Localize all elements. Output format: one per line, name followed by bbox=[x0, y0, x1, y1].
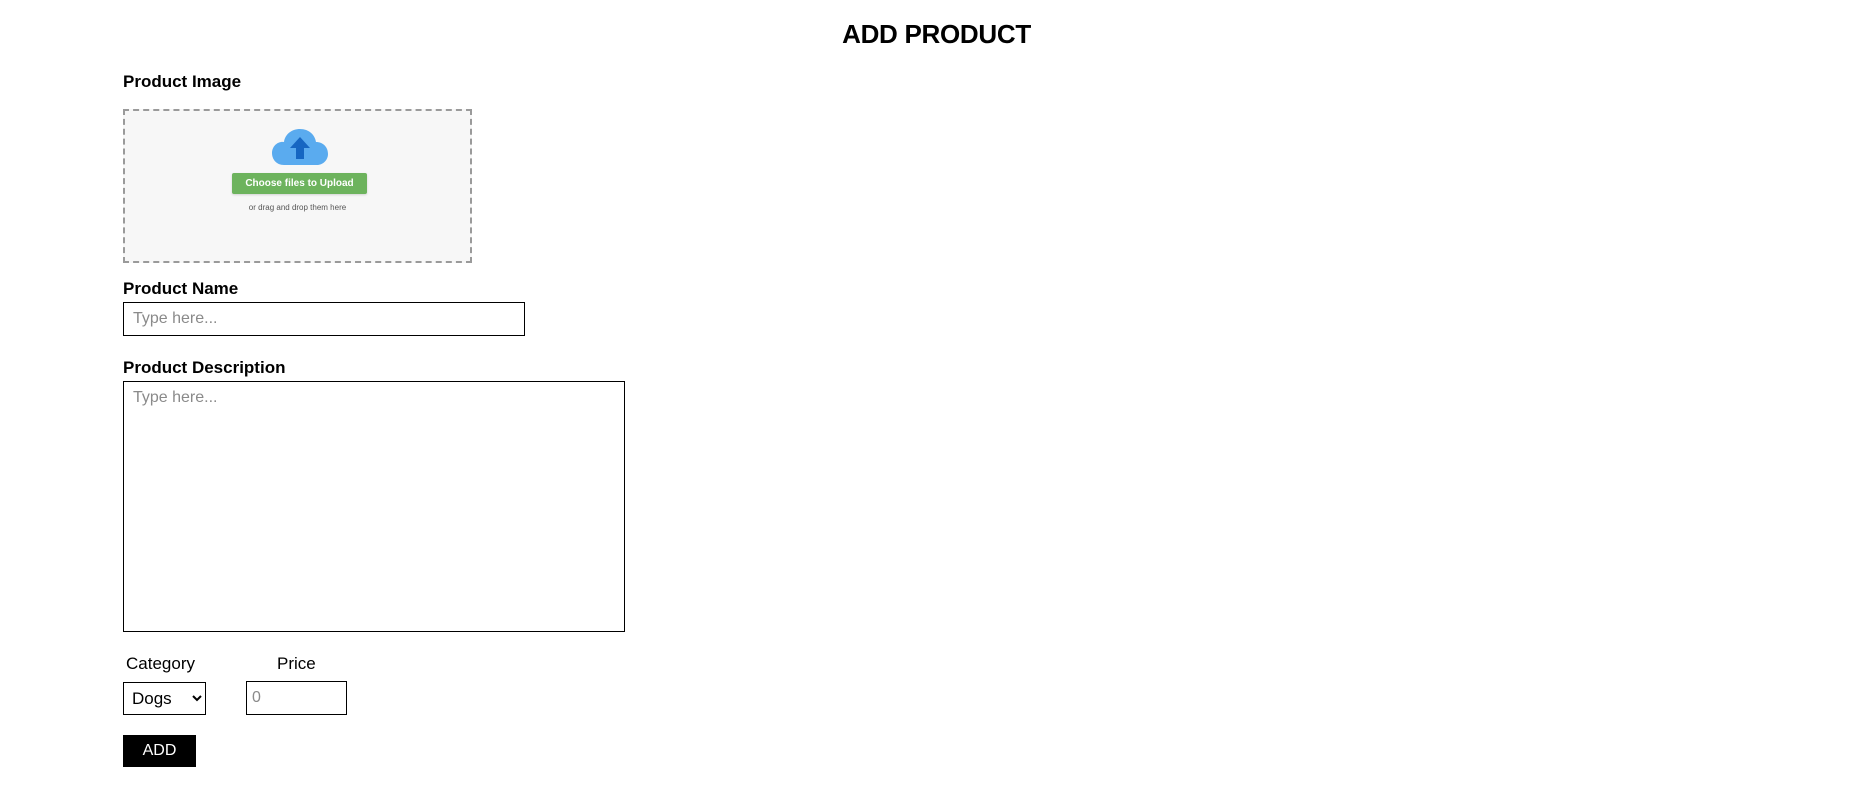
page-title: ADD PRODUCT bbox=[842, 19, 1031, 49]
product-description-textarea[interactable] bbox=[123, 381, 625, 632]
upload-dropzone[interactable]: Choose files to Upload or drag and drop … bbox=[123, 109, 472, 263]
category-label: Category bbox=[126, 654, 195, 673]
product-name-input[interactable] bbox=[123, 302, 525, 336]
product-name-label: Product Name bbox=[123, 279, 239, 298]
product-image-label: Product Image bbox=[123, 72, 242, 91]
price-input[interactable] bbox=[246, 681, 347, 715]
price-label: Price bbox=[277, 654, 316, 673]
drag-drop-hint: or drag and drop them here bbox=[248, 203, 347, 212]
category-select[interactable]: Dogs bbox=[123, 682, 206, 715]
product-description-label: Product Description bbox=[123, 358, 286, 377]
cloud-upload-icon bbox=[272, 129, 328, 165]
choose-files-button[interactable]: Choose files to Upload bbox=[232, 173, 367, 194]
add-button[interactable]: ADD bbox=[123, 735, 196, 767]
